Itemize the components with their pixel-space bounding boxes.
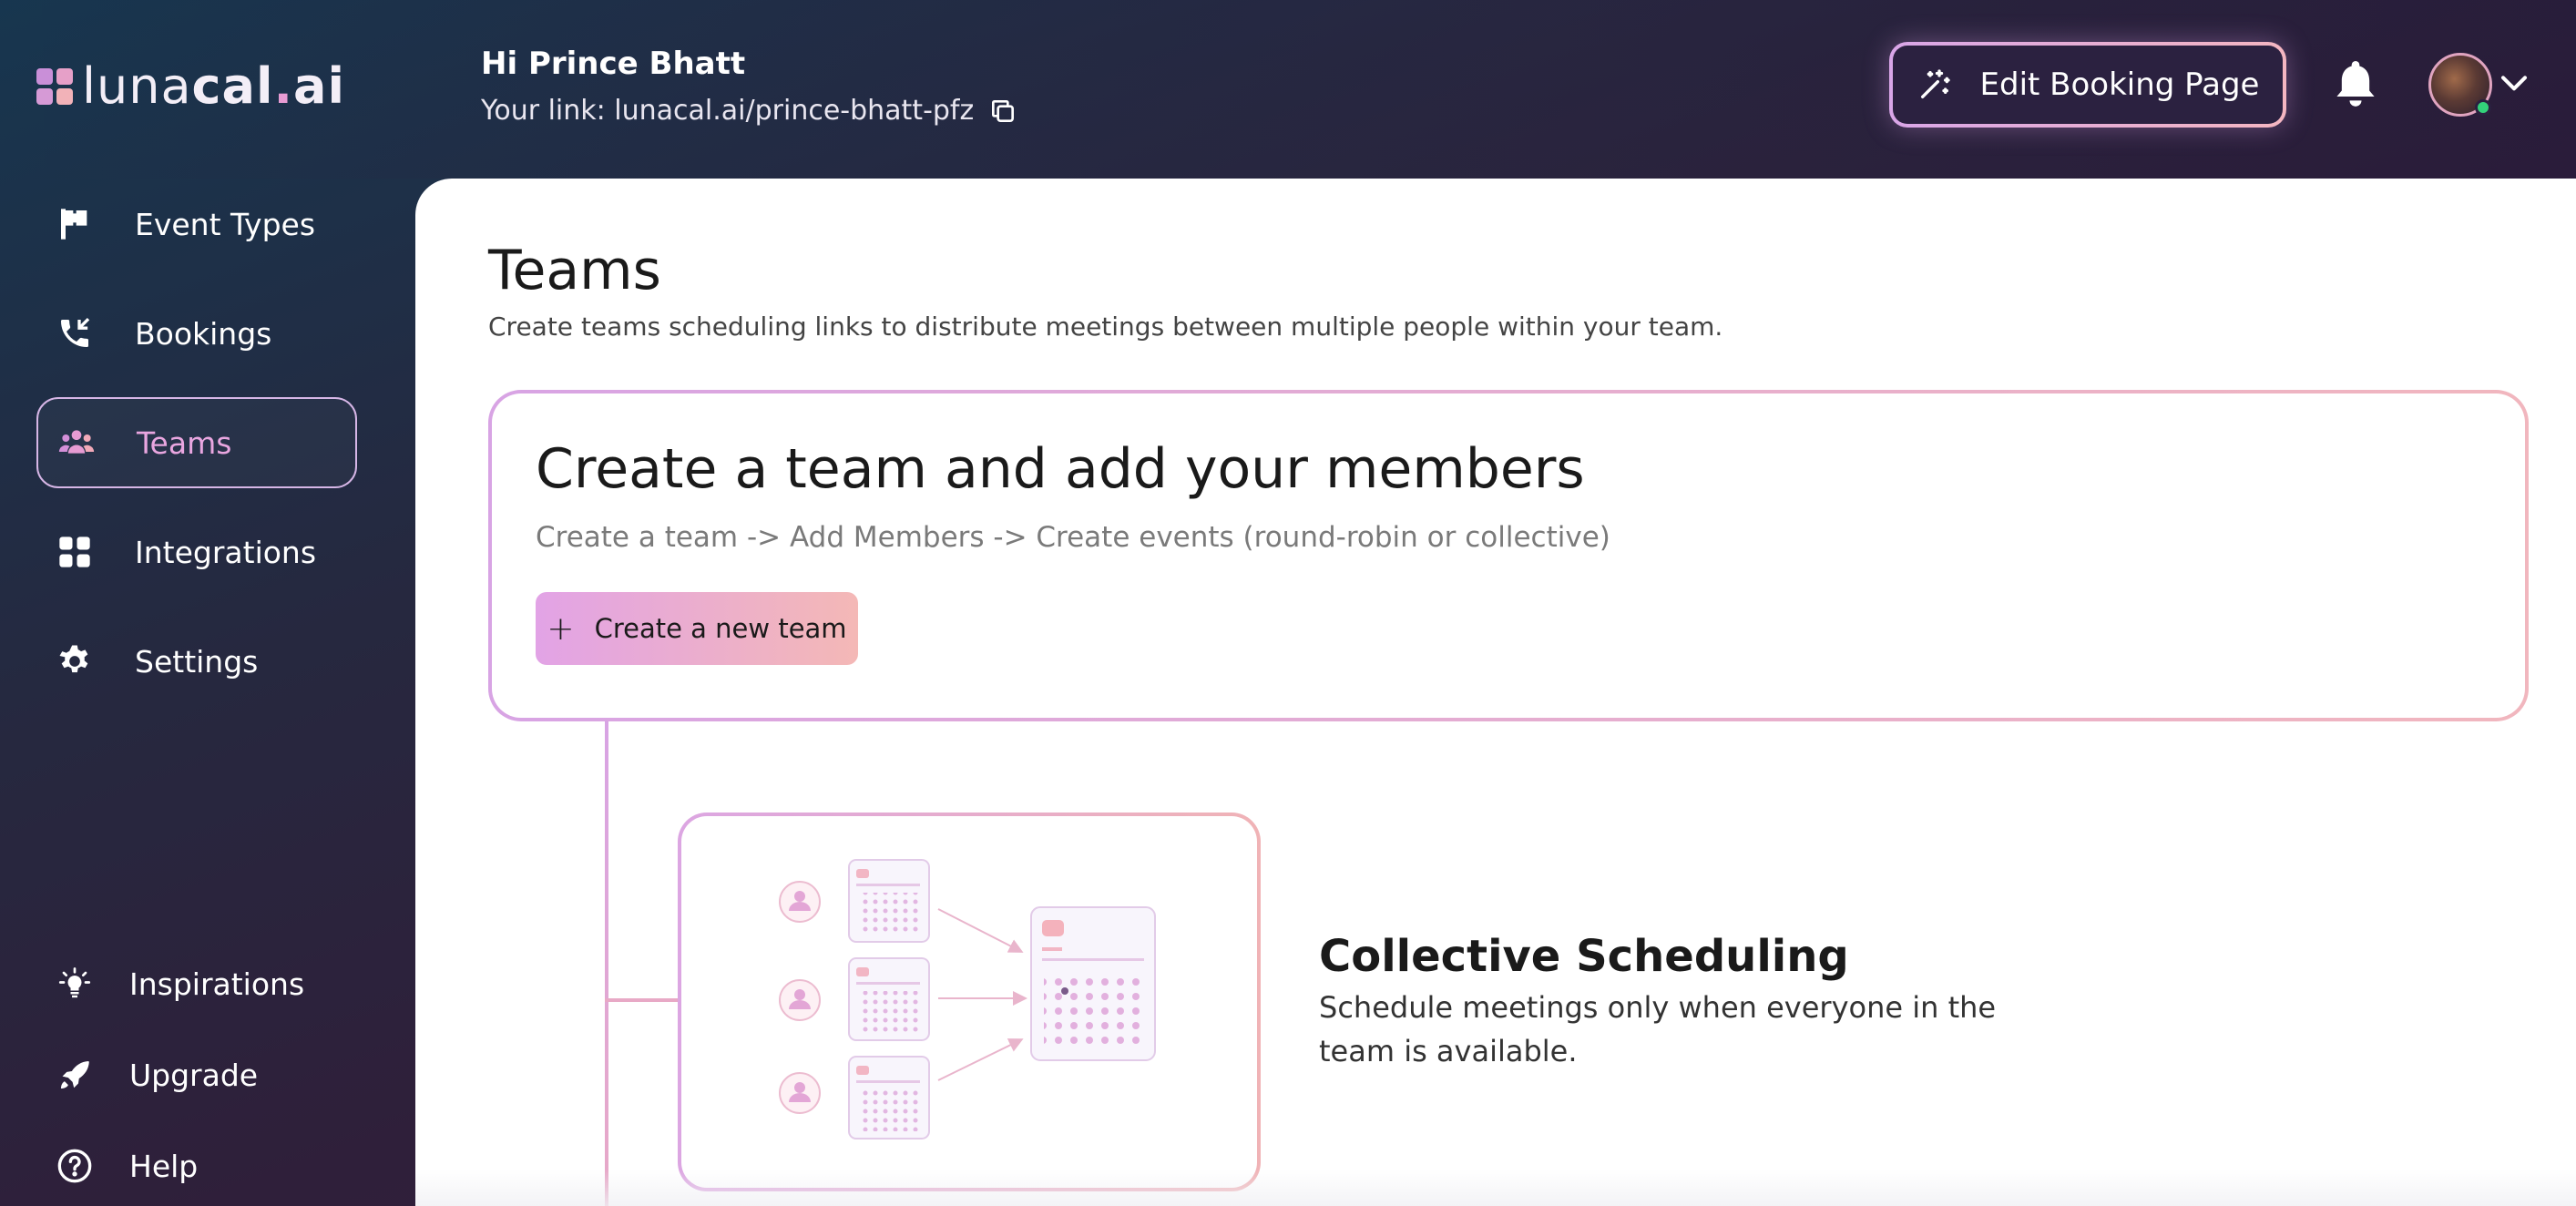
create-team-title: Create a team and add your members — [536, 437, 1585, 501]
sidebar-item-label: Event Types — [135, 206, 316, 242]
sidebar-item-settings[interactable]: Settings — [36, 616, 357, 707]
sidebar-item-integrations[interactable]: Integrations — [36, 506, 357, 598]
sidebar-item-teams[interactable]: Teams — [36, 397, 357, 488]
collective-scheduling-illustration-icon — [779, 859, 1156, 1140]
collective-scheduling-title: Collective Scheduling — [1319, 931, 1849, 982]
sidebar-item-label: Inspirations — [129, 966, 305, 1002]
sidebar-item-label: Settings — [135, 643, 259, 680]
create-team-steps: Create a team -> Add Members -> Create e… — [536, 521, 1610, 554]
create-new-team-label: Create a new team — [594, 613, 847, 644]
sidebar-item-help[interactable]: Help — [36, 1129, 198, 1202]
tree-branch-line — [605, 998, 680, 1002]
collective-scheduling-illustration — [678, 813, 1261, 1191]
help-icon — [57, 1149, 92, 1183]
booking-link-text: Your link: lunacal.ai/prince-bhatt-pfz — [481, 95, 975, 127]
create-new-team-button[interactable]: + Create a new team — [536, 592, 858, 665]
plus-icon: + — [547, 609, 575, 648]
grid-icon — [59, 537, 90, 567]
sidebar-item-upgrade[interactable]: Upgrade — [36, 1038, 258, 1111]
flag-icon — [61, 209, 87, 240]
collective-scheduling-description: Schedule meetings only when everyone in … — [1319, 990, 1997, 1068]
magic-wand-icon — [1920, 69, 1950, 99]
logo-mark-icon — [36, 68, 73, 105]
rocket-icon — [60, 1060, 89, 1089]
edit-booking-page-button[interactable]: Edit Booking Page — [1889, 42, 2286, 128]
logo-text: lunacal.ai — [82, 57, 345, 115]
lightbulb-icon — [58, 967, 91, 998]
gear-icon — [59, 645, 88, 673]
booking-link-row: Your link: lunacal.ai/prince-bhatt-pfz — [481, 95, 1017, 127]
scroll-fade — [415, 1170, 2576, 1206]
sidebar-item-label: Bookings — [135, 315, 272, 352]
sidebar-item-bookings[interactable]: Bookings — [36, 288, 357, 379]
notification-bell-icon[interactable] — [2332, 56, 2379, 113]
user-avatar[interactable] — [2428, 53, 2492, 117]
sidebar-item-label: Teams — [137, 424, 232, 461]
sidebar-item-label: Integrations — [135, 534, 317, 570]
edit-booking-page-label: Edit Booking Page — [1979, 66, 2260, 103]
sidebar-item-event-types[interactable]: Event Types — [36, 179, 357, 270]
sidebar-item-inspirations[interactable]: Inspirations — [36, 947, 304, 1020]
copy-icon[interactable] — [988, 97, 1017, 126]
tree-connector-line — [605, 721, 608, 1206]
chevron-down-icon[interactable] — [2499, 73, 2529, 95]
create-team-card: Create a team and add your members Creat… — [488, 390, 2529, 721]
main-content: Teams Create teams scheduling links to d… — [415, 179, 2576, 1206]
sidebar-item-label: Help — [129, 1148, 199, 1184]
page-title: Teams — [488, 239, 661, 302]
team-icon — [58, 430, 95, 454]
greeting-text: Hi Prince Bhatt — [481, 46, 746, 82]
sidebar-item-label: Upgrade — [129, 1057, 259, 1093]
phone-incoming-icon — [61, 317, 90, 347]
lunacal-logo[interactable]: lunacal.ai — [36, 62, 345, 111]
page-description: Create teams scheduling links to distrib… — [488, 312, 1723, 342]
online-status-dot — [2475, 99, 2491, 116]
